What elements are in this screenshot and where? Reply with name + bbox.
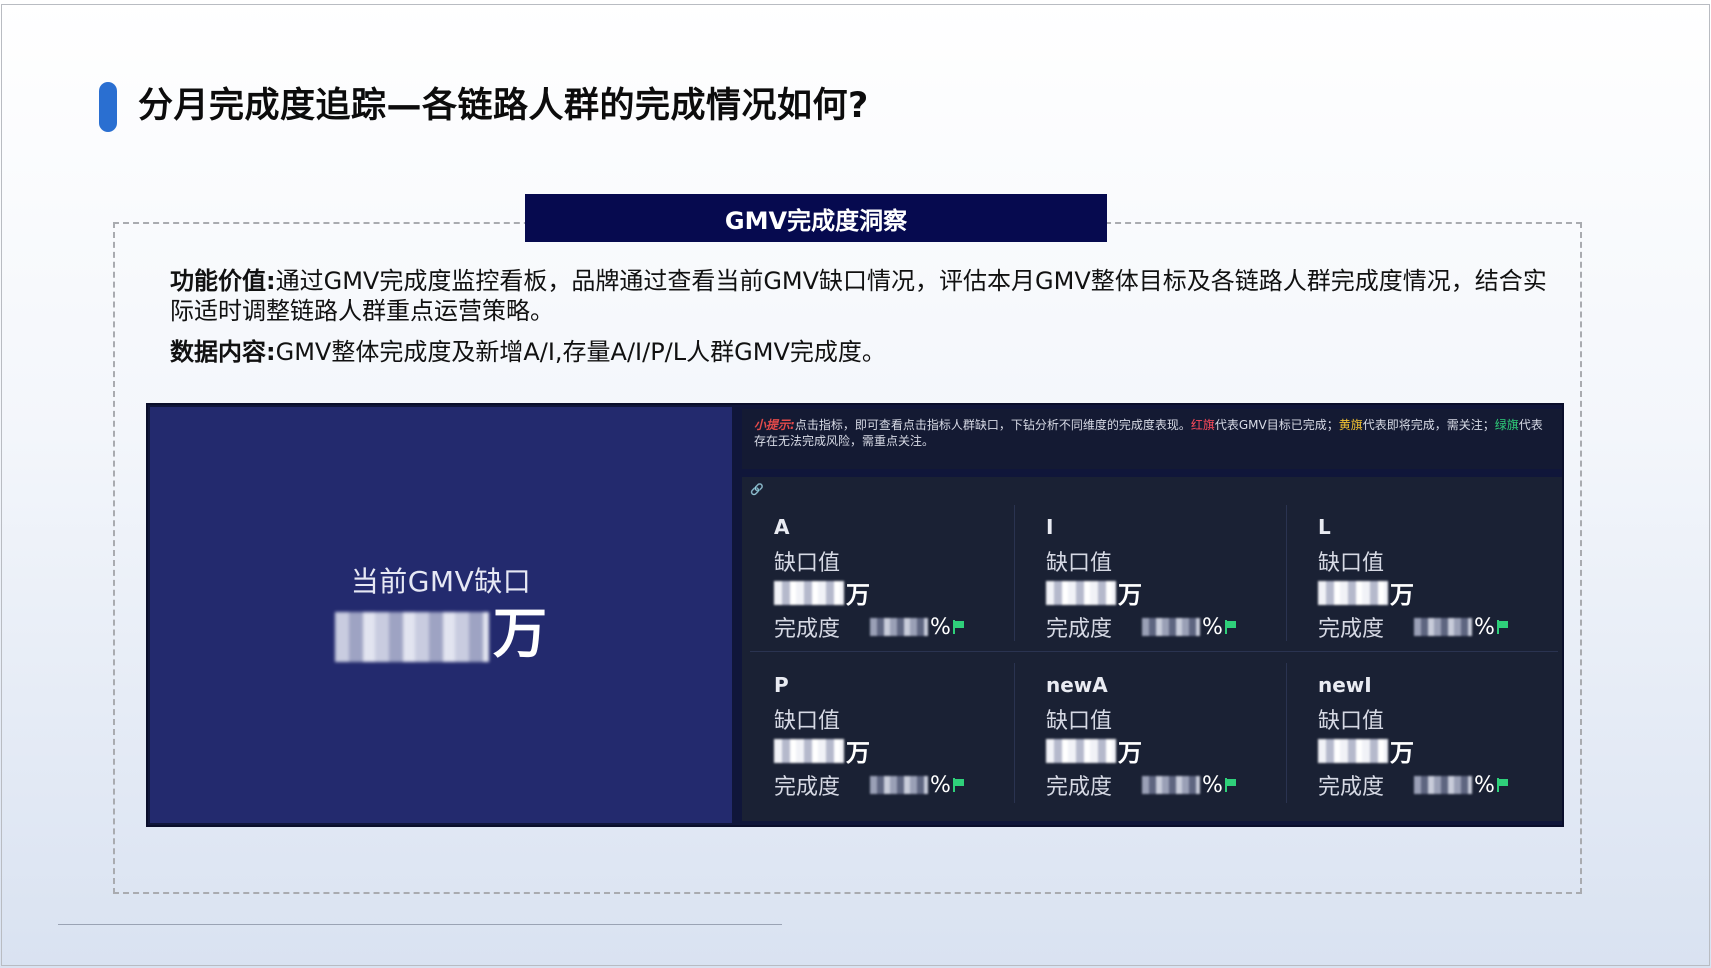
completion-row: 完成度% [1318,769,1509,801]
tip-panel: 小提示:点击指标，即可查看点击指标人群缺口，下钻分析不同维度的完成度表现。红旗代… [742,409,1562,469]
blurred-rate [870,776,929,794]
pct-sign: % [930,772,951,798]
segment-name: P [774,673,789,697]
completion-row: 完成度% [774,769,965,801]
gap-value: 万 [1318,575,1414,610]
segment-name: A [774,515,790,539]
gmv-gap-label: 当前GMV缺口 [350,565,532,598]
blurred-rate [1142,618,1201,636]
blurred-value [774,580,844,605]
segment-name: I [1046,515,1054,539]
blurred-rate [870,618,929,636]
tip-red: 红旗 [1190,418,1215,432]
rate-label: 完成度 [1046,775,1113,800]
page-title: 分月完成度追踪—各链路人群的完成情况如何? [138,86,869,126]
content-label: 数据内容: [170,338,276,366]
value-unit: 万 [1118,739,1142,767]
description-content: 数据内容:GMV整体完成度及新增A/I,存量A/I/P/L人群GMV完成度。 [170,337,1550,367]
pct-sign: % [930,614,951,640]
segment-grid-panel: 🔗 A 缺口值 万 完成度% I 缺口值 万 完成度% L 缺口值 万 完成度%… [742,477,1562,821]
segment-cell-i[interactable]: I 缺口值 万 完成度% [1014,497,1284,647]
segment-cell-newi[interactable]: newI 缺口值 万 完成度% [1286,655,1556,805]
blurred-value [1318,738,1388,763]
pct-sign: % [1202,772,1223,798]
gap-label: 缺口值 [1046,709,1113,734]
green-flag-icon [952,778,965,792]
green-flag-icon [1224,778,1237,792]
pct-sign: % [1474,614,1495,640]
tip-green: 绿旗 [1494,418,1519,432]
completion-row: 完成度% [1046,769,1237,801]
tip-part3: 代表即将完成，需关注； [1362,418,1495,432]
blurred-value [1046,580,1116,605]
blurred-gap-number [335,612,489,662]
segment-cell-newa[interactable]: newA 缺口值 万 完成度% [1014,655,1284,805]
section-tab: GMV完成度洞察 [525,194,1107,242]
gap-value: 万 [774,733,870,768]
tip-yellow: 黄旗 [1338,418,1363,432]
segment-name: newI [1318,673,1372,697]
tip-label: 小提示: [754,418,795,432]
blurred-value [774,738,844,763]
gap-value: 万 [774,575,870,610]
rate-label: 完成度 [774,617,841,642]
gmv-gap-value: 万 [335,606,547,662]
gap-label: 缺口值 [1318,551,1385,576]
gap-value: 万 [1318,733,1414,768]
gap-label: 缺口值 [1046,551,1113,576]
green-flag-icon [952,620,965,634]
grid-divider [750,651,1558,652]
segment-cell-l[interactable]: L 缺口值 万 完成度% [1286,497,1556,647]
gap-label: 缺口值 [774,551,841,576]
pct-sign: % [1474,772,1495,798]
tip-part2: 代表GMV目标已完成； [1214,418,1339,432]
title-accent-bar [99,82,117,132]
pct-sign: % [1202,614,1223,640]
blurred-rate [1142,776,1201,794]
gap-value: 万 [1046,575,1142,610]
description-value: 功能价值:通过GMV完成度监控看板，品牌通过查看当前GMV缺口情况，评估本月GM… [170,266,1550,326]
link-icon[interactable]: 🔗 [750,483,764,497]
blurred-rate [1414,618,1473,636]
segment-name: L [1318,515,1331,539]
gmv-gap-panel[interactable]: 当前GMV缺口 万 [150,407,732,823]
segment-cell-a[interactable]: A 缺口值 万 完成度% [742,497,1012,647]
rate-label: 完成度 [1318,775,1385,800]
completion-row: 完成度% [1318,611,1509,643]
blurred-value [1318,580,1388,605]
value-unit: 万 [1390,581,1414,609]
tip-part1: 点击指标，即可查看点击指标人群缺口，下钻分析不同维度的完成度表现。 [794,418,1191,432]
gap-label: 缺口值 [774,709,841,734]
value-unit: 万 [846,739,870,767]
rate-label: 完成度 [774,775,841,800]
dashboard-screenshot: 当前GMV缺口 万 小提示:点击指标，即可查看点击指标人群缺口，下钻分析不同维度… [146,403,1564,827]
footer-rule [58,924,782,925]
value-unit: 万 [846,581,870,609]
content-text: GMV整体完成度及新增A/I,存量A/I/P/L人群GMV完成度。 [275,338,886,366]
blurred-value [1046,738,1116,763]
segment-name: newA [1046,673,1108,697]
rate-label: 完成度 [1046,617,1113,642]
blurred-rate [1414,776,1473,794]
value-label: 功能价值: [170,267,276,295]
segment-cell-p[interactable]: P 缺口值 万 完成度% [742,655,1012,805]
gap-value: 万 [1046,733,1142,768]
value-text: 通过GMV完成度监控看板，品牌通过查看当前GMV缺口情况，评估本月GMV整体目标… [170,267,1547,325]
gap-label: 缺口值 [1318,709,1385,734]
rate-label: 完成度 [1318,617,1385,642]
value-unit: 万 [1118,581,1142,609]
completion-row: 完成度% [1046,611,1237,643]
green-flag-icon [1496,620,1509,634]
completion-row: 完成度% [774,611,965,643]
green-flag-icon [1496,778,1509,792]
gmv-gap-unit: 万 [493,602,547,665]
green-flag-icon [1224,620,1237,634]
value-unit: 万 [1390,739,1414,767]
